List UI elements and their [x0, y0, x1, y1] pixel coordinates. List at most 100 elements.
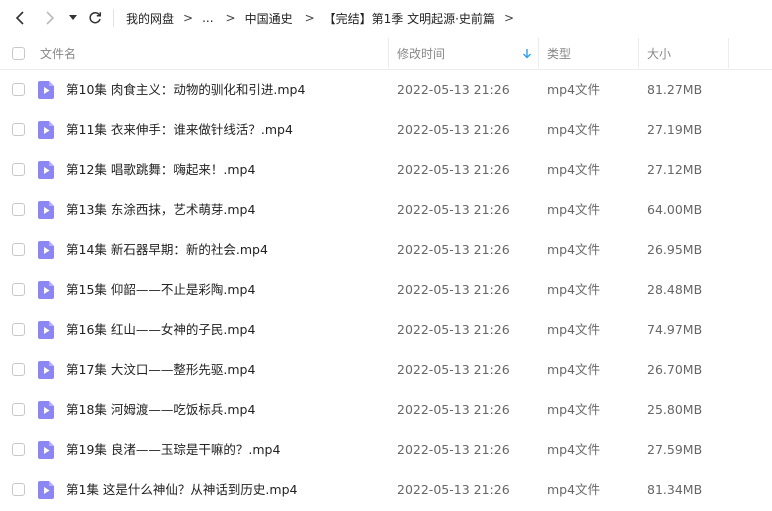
- file-modified-time: 2022-05-13 21:26: [397, 122, 510, 137]
- column-divider[interactable]: [728, 38, 729, 68]
- row-checkbox[interactable]: [12, 243, 25, 256]
- file-row[interactable]: 第1集 这是什么神仙？从神话到历史.mp4 2022-05-13 21:26 m…: [0, 470, 772, 510]
- column-divider[interactable]: [638, 38, 639, 68]
- row-checkbox[interactable]: [12, 443, 25, 456]
- file-size: 74.97MB: [647, 322, 703, 337]
- file-type: mp4文件: [547, 202, 601, 217]
- video-file-icon: [38, 441, 54, 459]
- video-file-icon: [38, 161, 54, 179]
- file-type: mp4文件: [547, 282, 601, 297]
- file-type: mp4文件: [547, 482, 601, 497]
- file-name[interactable]: 第14集 新石器早期：新的社会.mp4: [66, 230, 268, 270]
- file-size: 27.19MB: [647, 122, 703, 137]
- row-checkbox[interactable]: [12, 283, 25, 296]
- sort-down-arrow-icon[interactable]: [522, 48, 532, 59]
- dropdown-caret-icon[interactable]: [66, 8, 80, 28]
- breadcrumb-item-ellipsis[interactable]: ...: [202, 11, 213, 25]
- file-name[interactable]: 第1集 这是什么神仙？从神话到历史.mp4: [66, 470, 297, 510]
- file-modified-time: 2022-05-13 21:26: [397, 322, 510, 337]
- file-row[interactable]: 第17集 大汶口——整形先驱.mp4 2022-05-13 21:26 mp4文…: [0, 350, 772, 390]
- video-file-icon: [38, 481, 54, 499]
- file-name[interactable]: 第10集 肉食主义：动物的驯化和引进.mp4: [66, 70, 305, 110]
- file-name[interactable]: 第15集 仰韶——不止是彩陶.mp4: [66, 270, 255, 310]
- file-modified-time: 2022-05-13 21:26: [397, 362, 510, 377]
- file-modified-time: 2022-05-13 21:26: [397, 402, 510, 417]
- video-file-icon: [38, 361, 54, 379]
- file-name[interactable]: 第17集 大汶口——整形先驱.mp4: [66, 350, 255, 390]
- file-modified-time: 2022-05-13 21:26: [397, 282, 510, 297]
- file-row[interactable]: 第15集 仰韶——不止是彩陶.mp4 2022-05-13 21:26 mp4文…: [0, 270, 772, 310]
- file-type: mp4文件: [547, 162, 601, 177]
- row-checkbox[interactable]: [12, 483, 25, 496]
- toolbar-divider: [113, 9, 114, 27]
- file-size: 28.48MB: [647, 282, 703, 297]
- breadcrumb-separator: >: [225, 11, 236, 25]
- file-row[interactable]: 第12集 唱歌跳舞：嗨起来！.mp4 2022-05-13 21:26 mp4文…: [0, 150, 772, 190]
- file-modified-time: 2022-05-13 21:26: [397, 162, 510, 177]
- column-header-modified[interactable]: 修改时间: [397, 36, 445, 70]
- navigation-toolbar: 我的网盘 > ... > 中国通史 > 【完结】第1季 文明起源·史前篇 >: [0, 0, 772, 36]
- row-checkbox[interactable]: [12, 203, 25, 216]
- refresh-icon[interactable]: [85, 8, 105, 28]
- breadcrumb-separator: >: [304, 11, 315, 25]
- video-file-icon: [38, 241, 54, 259]
- column-header-size[interactable]: 大小: [647, 36, 671, 70]
- column-header-name[interactable]: 文件名: [40, 36, 76, 70]
- file-size: 27.12MB: [647, 162, 703, 177]
- file-modified-time: 2022-05-13 21:26: [397, 202, 510, 217]
- video-file-icon: [38, 121, 54, 139]
- column-header-type[interactable]: 类型: [547, 36, 571, 70]
- column-divider[interactable]: [538, 38, 539, 68]
- row-checkbox[interactable]: [12, 163, 25, 176]
- row-checkbox[interactable]: [12, 323, 25, 336]
- row-checkbox[interactable]: [12, 83, 25, 96]
- select-all-cell: [12, 36, 25, 70]
- file-type: mp4文件: [547, 322, 601, 337]
- file-size: 81.27MB: [647, 82, 703, 97]
- file-modified-time: 2022-05-13 21:26: [397, 82, 510, 97]
- row-checkbox[interactable]: [12, 403, 25, 416]
- file-name[interactable]: 第12集 唱歌跳舞：嗨起来！.mp4: [66, 150, 255, 190]
- file-modified-time: 2022-05-13 21:26: [397, 242, 510, 257]
- video-file-icon: [38, 321, 54, 339]
- file-name[interactable]: 第19集 良渚——玉琮是干嘛的？.mp4: [66, 430, 280, 470]
- video-file-icon: [38, 201, 54, 219]
- video-file-icon: [38, 81, 54, 99]
- breadcrumb: 我的网盘 > ... > 中国通史 > 【完结】第1季 文明起源·史前篇 >: [126, 0, 523, 36]
- file-name[interactable]: 第11集 衣来伸手：谁来做针线活？.mp4: [66, 110, 293, 150]
- file-type: mp4文件: [547, 242, 601, 257]
- file-modified-time: 2022-05-13 21:26: [397, 442, 510, 457]
- breadcrumb-item-parent[interactable]: 中国通史: [245, 10, 293, 27]
- video-file-icon: [38, 401, 54, 419]
- file-size: 26.95MB: [647, 242, 703, 257]
- breadcrumb-item-current[interactable]: 【完结】第1季 文明起源·史前篇: [324, 10, 495, 27]
- forward-arrow-icon[interactable]: [40, 8, 60, 28]
- breadcrumb-item-root[interactable]: 我的网盘: [126, 10, 174, 27]
- file-row[interactable]: 第10集 肉食主义：动物的驯化和引进.mp4 2022-05-13 21:26 …: [0, 70, 772, 110]
- file-type: mp4文件: [547, 402, 601, 417]
- file-row[interactable]: 第18集 河姆渡——吃饭标兵.mp4 2022-05-13 21:26 mp4文…: [0, 390, 772, 430]
- column-divider[interactable]: [388, 38, 389, 68]
- file-row[interactable]: 第14集 新石器早期：新的社会.mp4 2022-05-13 21:26 mp4…: [0, 230, 772, 270]
- file-modified-time: 2022-05-13 21:26: [397, 482, 510, 497]
- file-row[interactable]: 第13集 东涂西抹，艺术萌芽.mp4 2022-05-13 21:26 mp4文…: [0, 190, 772, 230]
- file-row[interactable]: 第11集 衣来伸手：谁来做针线活？.mp4 2022-05-13 21:26 m…: [0, 110, 772, 150]
- row-checkbox[interactable]: [12, 123, 25, 136]
- file-name[interactable]: 第18集 河姆渡——吃饭标兵.mp4: [66, 390, 255, 430]
- row-checkbox[interactable]: [12, 363, 25, 376]
- file-name[interactable]: 第13集 东涂西抹，艺术萌芽.mp4: [66, 190, 255, 230]
- file-row[interactable]: 第16集 红山——女神的子民.mp4 2022-05-13 21:26 mp4文…: [0, 310, 772, 350]
- file-row[interactable]: 第19集 良渚——玉琮是干嘛的？.mp4 2022-05-13 21:26 mp…: [0, 430, 772, 470]
- file-size: 26.70MB: [647, 362, 703, 377]
- back-arrow-icon[interactable]: [10, 8, 30, 28]
- file-type: mp4文件: [547, 442, 601, 457]
- file-list-header: 文件名 修改时间 类型 大小: [0, 36, 772, 70]
- file-size: 25.80MB: [647, 402, 703, 417]
- file-name[interactable]: 第16集 红山——女神的子民.mp4: [66, 310, 255, 350]
- breadcrumb-separator: >: [503, 11, 514, 25]
- breadcrumb-separator: >: [183, 11, 194, 25]
- video-file-icon: [38, 281, 54, 299]
- file-size: 81.34MB: [647, 482, 703, 497]
- select-all-checkbox[interactable]: [12, 46, 25, 60]
- file-size: 64.00MB: [647, 202, 703, 217]
